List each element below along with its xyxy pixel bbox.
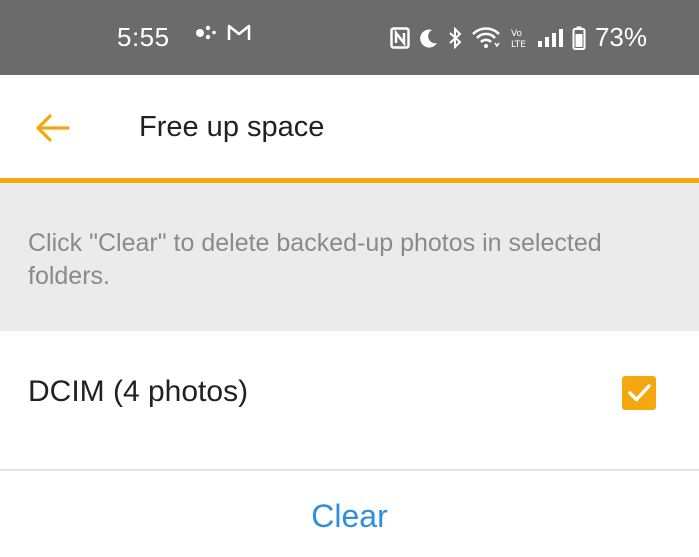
wifi-icon [472,26,500,48]
clear-button-label: Clear [311,497,388,534]
bluetooth-icon [449,26,462,49]
status-time: 5:55 [117,22,170,52]
nfc-icon [390,26,410,49]
status-bar: 5:55 Vo LTE 73% [0,0,699,75]
clear-button[interactable]: Clear [0,471,699,557]
info-banner: Click "Clear" to delete backed-up photos… [0,183,699,331]
status-right-icons: Vo LTE 73% [390,22,647,53]
info-text: Click "Clear" to delete backed-up photos… [28,229,602,290]
volte-icon: Vo LTE [511,29,526,49]
back-button[interactable] [34,113,70,143]
folder-row-dcim[interactable]: DCIM (4 photos) [0,331,699,469]
status-left-icons [195,23,251,41]
folder-checkbox[interactable] [622,376,656,410]
svg-text:LTE: LTE [511,40,526,49]
assistant-dots-icon [196,25,216,40]
checkmark-icon [628,384,651,402]
page-title: Free up space [139,111,325,143]
folder-label: DCIM (4 photos) [28,375,249,408]
do-not-disturb-moon-icon [420,29,437,48]
battery-icon [572,26,586,50]
svg-text:Vo: Vo [511,29,522,39]
signal-icon [537,28,563,47]
app-bar: Free up space [0,75,699,178]
battery-percent: 73% [594,22,647,52]
arrow-left-icon [36,114,70,142]
gmail-icon [227,24,251,40]
